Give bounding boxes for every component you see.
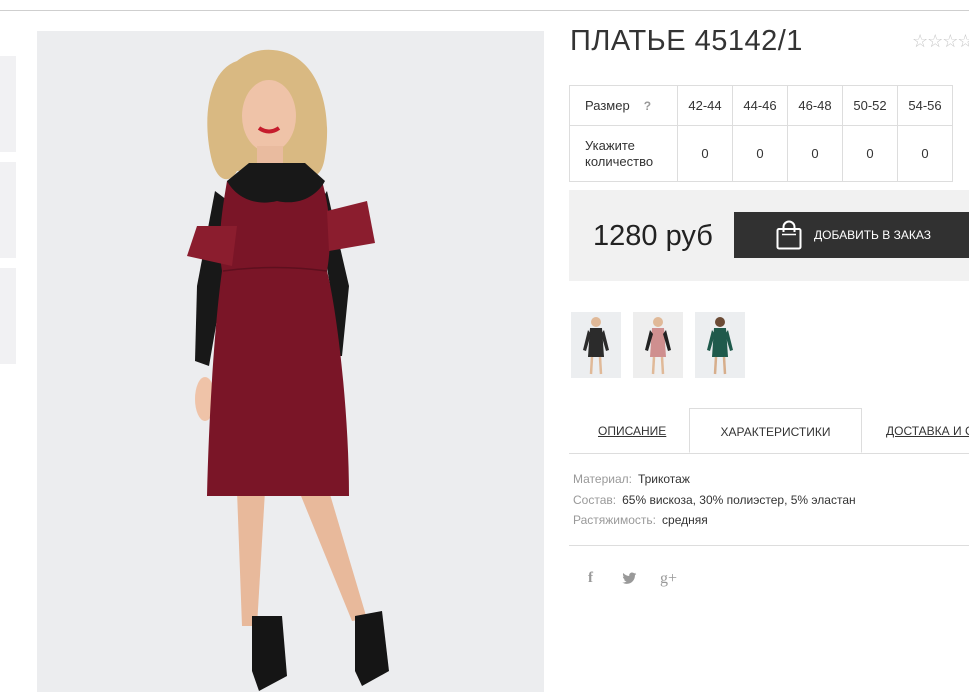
size-quantity-table: Размер? 42-44 44-46 46-48 50-52 54-56 Ук…: [569, 85, 953, 182]
spec-material: Материал: Трикотаж: [573, 472, 690, 486]
specs-divider: [569, 545, 969, 546]
price-panel: 1280 руб ДОБАВИТЬ В ЗАКАЗ: [569, 190, 969, 281]
side-gallery-thumb[interactable]: [0, 56, 16, 152]
twitter-icon[interactable]: [622, 572, 637, 589]
quantity-input-54-56[interactable]: 0: [897, 125, 953, 182]
quantity-input-50-52[interactable]: 0: [842, 125, 898, 182]
size-label: Размер: [585, 98, 630, 113]
add-to-order-label: ДОБАВИТЬ В ЗАКАЗ: [814, 228, 931, 242]
spec-value: средняя: [662, 513, 708, 527]
spec-stretch: Растяжимость: средняя: [573, 513, 708, 527]
spec-value: 65% вискоза, 30% полиэстер, 5% эластан: [622, 493, 856, 507]
thumb-black-dress[interactable]: [571, 312, 621, 378]
header-divider: [0, 10, 969, 11]
spec-label: Растяжимость:: [573, 513, 657, 527]
product-info-tabs: ОПИСАНИЕ ХАРАКТЕРИСТИКИ ДОСТАВКА И С: [569, 408, 969, 454]
size-50-52: 50-52: [842, 85, 898, 126]
google-plus-icon[interactable]: g+: [660, 570, 677, 588]
size-help-icon[interactable]: ?: [644, 99, 651, 113]
main-product-image[interactable]: [37, 31, 544, 692]
tab-description[interactable]: ОПИСАНИЕ: [598, 408, 666, 453]
quantity-input-44-46[interactable]: 0: [732, 125, 788, 182]
spec-value: Трикотаж: [637, 472, 690, 486]
thumb-green-dress[interactable]: [695, 312, 745, 378]
add-to-order-button[interactable]: ДОБАВИТЬ В ЗАКАЗ: [734, 212, 969, 258]
size-54-56: 54-56: [897, 85, 953, 126]
shopping-bag-icon: [776, 220, 802, 250]
quantity-label: Укажите количество: [569, 125, 678, 182]
product-price: 1280 руб: [593, 220, 713, 252]
rating-stars[interactable]: ☆☆☆☆: [912, 31, 969, 52]
spec-composition: Состав: 65% вискоза, 30% полиэстер, 5% эл…: [573, 493, 856, 507]
model-in-dress-illustration: [37, 31, 544, 692]
size-42-44: 42-44: [677, 85, 733, 126]
quantity-input-42-44[interactable]: 0: [677, 125, 733, 182]
size-label-cell: Размер?: [569, 85, 678, 126]
facebook-icon[interactable]: f: [588, 570, 593, 587]
product-title: ПЛАТЬЕ 45142/1: [570, 25, 803, 57]
spec-label: Состав:: [573, 493, 617, 507]
spec-label: Материал:: [573, 472, 632, 486]
side-gallery-thumb[interactable]: [0, 268, 16, 364]
side-gallery-thumb[interactable]: [0, 162, 16, 258]
size-46-48: 46-48: [787, 85, 843, 126]
quantity-input-46-48[interactable]: 0: [787, 125, 843, 182]
size-44-46: 44-46: [732, 85, 788, 126]
thumb-pink-dress[interactable]: [633, 312, 683, 378]
tab-delivery[interactable]: ДОСТАВКА И С: [886, 408, 969, 453]
tab-characteristics[interactable]: ХАРАКТЕРИСТИКИ: [689, 408, 862, 453]
